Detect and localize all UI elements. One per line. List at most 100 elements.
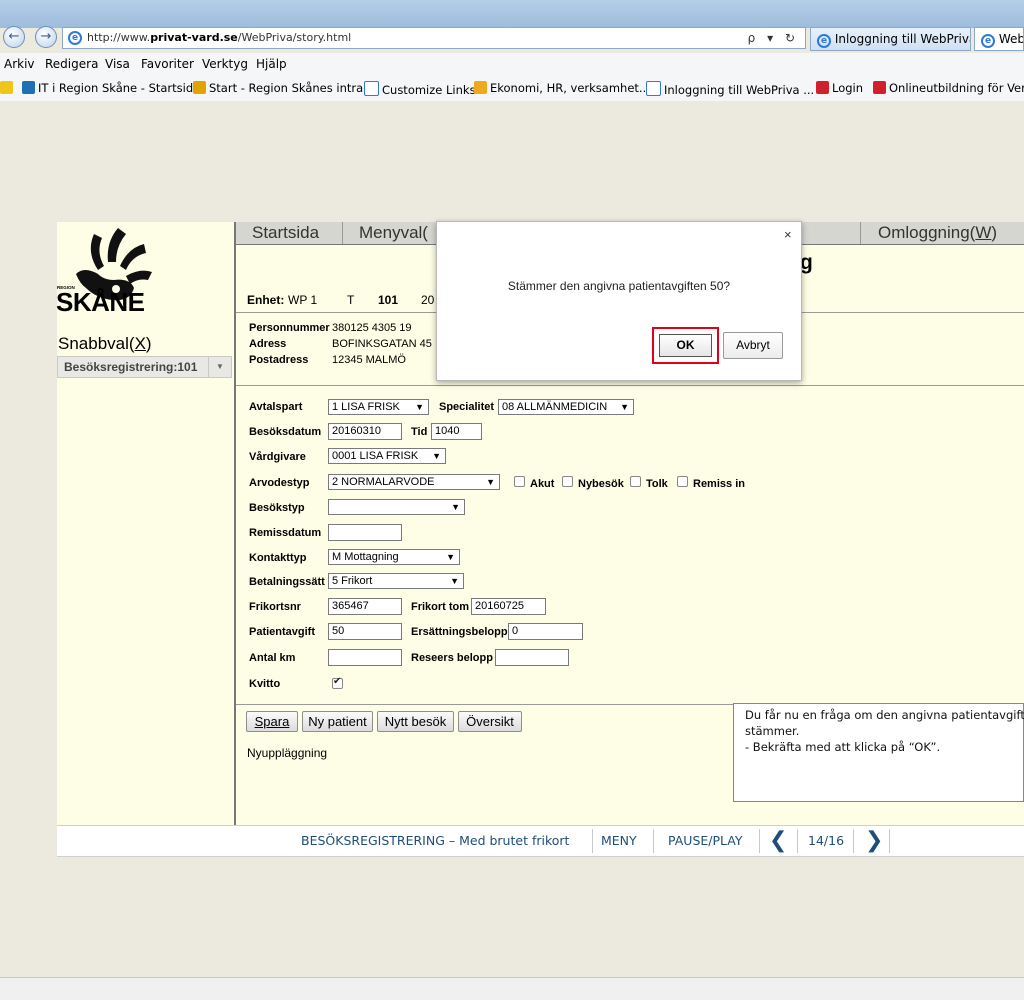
ny-patient-button[interactable]: Ny patient <box>302 711 373 732</box>
specialitet-label: Specialitet <box>439 401 495 413</box>
frikort-tom-input[interactable]: 20160725 <box>471 598 546 615</box>
address-bar[interactable]: e http://www.privat-vard.se/WebPriva/sto… <box>62 27 806 49</box>
postadress-value: 12345 MALMÖ <box>332 354 406 366</box>
spara-button[interactable]: Spara <box>246 711 298 732</box>
tab-omloggning[interactable]: Omloggning(W) <box>860 222 1024 244</box>
frikort-tom-label: Frikort tom <box>411 601 470 613</box>
snabbval-label: Snabbval(X) <box>58 334 152 353</box>
ersattningsbelopp-input[interactable]: 0 <box>508 623 583 640</box>
oversikt-button[interactable]: Översikt <box>458 711 522 732</box>
separator <box>759 829 760 853</box>
remissdatum-label: Remissdatum <box>249 527 322 539</box>
vardgivare-select[interactable]: 0001 LISA FRISK ▼ <box>328 448 446 464</box>
prev-arrow-icon[interactable]: ❮ <box>769 826 787 856</box>
akut-checkbox[interactable] <box>514 476 525 487</box>
separator <box>800 312 1024 313</box>
patientavgift-label: Patientavgift <box>249 626 316 638</box>
snabbval-select[interactable]: Besöksregistrering:101 ▼ <box>57 356 232 378</box>
favorites-bar: IT i Region Skåne - Startsida Start - Re… <box>0 75 1024 102</box>
ok-button[interactable]: OK <box>659 334 712 357</box>
nybesok-checkbox[interactable] <box>562 476 573 487</box>
remiss-in-checkbox[interactable] <box>677 476 688 487</box>
sharepoint-icon <box>22 81 35 94</box>
arvodestyp-select[interactable]: 2 NORMALARVODE ▼ <box>328 474 500 490</box>
player-footer: BESÖKSREGISTRERING – Med brutet frikort … <box>57 825 1024 857</box>
browser-statusbar <box>0 977 1024 1000</box>
menu-redigera[interactable]: Redigera <box>45 57 98 71</box>
separator <box>653 829 654 853</box>
ie-tab-icon: e <box>981 34 995 48</box>
tab-label: WebP <box>998 32 1023 46</box>
region-skane-icon <box>873 81 886 94</box>
antal-km-input[interactable] <box>328 649 402 666</box>
url-text: http://www.privat-vard.se/WebPriva/story… <box>87 31 352 44</box>
tid-input[interactable]: 1040 <box>431 423 482 440</box>
fav-item-inloggning[interactable]: Inloggning till WebPriva ... <box>646 81 814 97</box>
patientavgift-input[interactable]: 50 <box>328 623 402 640</box>
nybesok-label: Nybesök <box>578 478 624 490</box>
region-skane-icon <box>816 81 829 94</box>
menu-hjalp[interactable]: Hjälp <box>256 57 287 71</box>
tab-webpriva[interactable]: e WebP <box>974 27 1024 51</box>
akut-label: Akut <box>530 478 555 490</box>
personnummer-label: Personnummer <box>249 322 330 334</box>
menu-visa[interactable]: Visa <box>105 57 130 71</box>
next-arrow-icon[interactable]: ❯ <box>865 826 883 856</box>
ok-highlight: OK <box>652 327 719 364</box>
frikortsnr-input[interactable]: 365467 <box>328 598 402 615</box>
region-skane-logo: REGION SKÅNE <box>56 228 152 317</box>
personnummer-value: 380125 4305 19 <box>332 322 412 334</box>
menu-favoriter[interactable]: Favoriter <box>141 57 194 71</box>
avbryt-button[interactable]: Avbryt <box>723 332 783 359</box>
menu-arkiv[interactable]: Arkiv <box>4 57 35 71</box>
besoksdatum-input[interactable]: 20160310 <box>328 423 402 440</box>
tab-inloggning[interactable]: e Inloggning till WebPriva ... <box>810 27 971 51</box>
specialitet-select[interactable]: 08 ALLMÄNMEDICIN ▼ <box>498 399 634 415</box>
avtalspart-label: Avtalspart <box>249 401 303 413</box>
meny-button[interactable]: MENY <box>601 826 637 856</box>
chevron-down-icon: ▼ <box>486 477 495 487</box>
vardgivare-label: Vårdgivare <box>249 451 306 463</box>
snabbval-selected: Besöksregistrering:101 <box>64 360 198 374</box>
forward-button[interactable]: → <box>35 26 57 48</box>
fav-item-onlineutbildning[interactable]: Onlineutbildning för Verk <box>873 81 1024 95</box>
remissdatum-input[interactable] <box>328 524 402 541</box>
fav-item-login[interactable]: Login <box>816 81 863 95</box>
t-value: 101 <box>378 293 399 307</box>
logo-big-text: SKÅNE <box>56 287 145 317</box>
tolk-checkbox[interactable] <box>630 476 641 487</box>
folder-icon <box>474 81 487 94</box>
favorites-star-icon[interactable] <box>0 81 16 95</box>
menu-verktyg[interactable]: Verktyg <box>202 57 248 71</box>
status-text: Nyuppläggning <box>247 746 328 760</box>
antal-km-label: Antal km <box>249 652 296 664</box>
ie-page-icon <box>364 81 379 96</box>
fav-item-customize[interactable]: Customize Links <box>364 81 476 97</box>
kontakttyp-select[interactable]: M Mottagning ▼ <box>328 549 460 565</box>
fav-item-start[interactable]: Start - Region Skånes intra... <box>193 81 374 95</box>
nytt-besok-button[interactable]: Nytt besök <box>377 711 454 732</box>
adress-label: Adress <box>249 338 287 350</box>
region-icon <box>193 81 206 94</box>
chevron-down-icon: ▼ <box>208 357 231 377</box>
confirm-dialog: × Stämmer den angivna patientavgiften 50… <box>436 221 802 381</box>
fav-item-ekonomi[interactable]: Ekonomi, HR, verksamhet... <box>474 81 650 95</box>
frikortsnr-label: Frikortsnr <box>249 601 301 613</box>
search-refresh-icons[interactable]: ρ ▾ ↻ <box>748 28 799 48</box>
betalningssatt-select[interactable]: 5 Frikort ▼ <box>328 573 464 589</box>
besokstyp-label: Besökstyp <box>249 502 305 514</box>
fav-item-it[interactable]: IT i Region Skåne - Startsida <box>22 81 200 95</box>
tab-startsida[interactable]: Startsida <box>236 222 343 244</box>
besoksdatum-label: Besöksdatum <box>249 426 322 438</box>
separator <box>889 829 890 853</box>
back-button[interactable]: ← <box>3 26 25 48</box>
menu-bar: Arkiv Redigera Visa Favoriter Verktyg Hj… <box>0 53 1024 76</box>
avtalspart-select[interactable]: 1 LISA FRISK ▼ <box>328 399 429 415</box>
pause-play-button[interactable]: PAUSE/PLAY <box>668 826 743 856</box>
besokstyp-select[interactable]: ▼ <box>328 499 465 515</box>
callout-line: - Bekräfta med att klicka på “OK”. <box>745 740 941 754</box>
reseers-belopp-input[interactable] <box>495 649 569 666</box>
close-icon[interactable]: × <box>784 227 792 242</box>
tutorial-callout: Du får nu en fråga om den angivna patien… <box>733 703 1024 802</box>
kvitto-checkbox[interactable] <box>332 676 343 689</box>
